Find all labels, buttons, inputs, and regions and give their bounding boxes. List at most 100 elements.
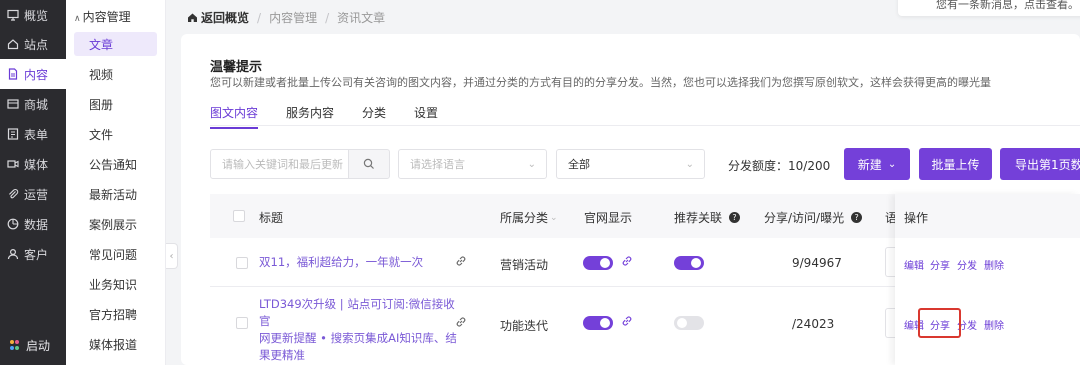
recommend-toggle[interactable] (674, 256, 704, 270)
launch-label: 启动 (26, 338, 51, 353)
back-home-label: 返回概览 (201, 11, 250, 25)
nav-label: 表单 (24, 127, 49, 142)
chevron-left-icon: ‹ (169, 250, 174, 262)
nav-label: 媒体 (24, 157, 49, 172)
nav-label: 数据 (24, 217, 49, 232)
nav-label: 概览 (24, 8, 49, 23)
col-recommend-label: 推荐关联 (674, 211, 723, 225)
breadcrumb-level1[interactable]: 内容管理 (269, 9, 317, 26)
new-button[interactable]: 新建 ⌄ (844, 148, 910, 180)
link-icon[interactable] (621, 315, 633, 327)
nav-item-operations[interactable]: 运营 (0, 179, 66, 209)
nav-item-customers[interactable]: 客户 (0, 239, 66, 269)
breadcrumb-separator: / (325, 10, 330, 25)
subnav-group-header[interactable]: ∧ 内容管理 (74, 8, 131, 25)
col-stats: 分享/访问/曝光 ? (764, 209, 863, 226)
subnav-item-articles[interactable]: 文章 (74, 32, 157, 56)
notification-toast[interactable]: 您有一条新消息，点击查看。 (898, 0, 1080, 16)
help-icon[interactable]: ? (851, 212, 863, 223)
chart-icon (6, 217, 20, 231)
language-select-placeholder: 请选择语言 (410, 158, 465, 171)
subnav-group-label: 内容管理 (82, 10, 131, 24)
launch-button[interactable]: 启动 (0, 330, 66, 360)
language-select[interactable]: 请选择语言 ⌄ (398, 149, 547, 179)
export-button[interactable]: 导出第1页数据 (1000, 148, 1080, 180)
row-checkbox[interactable] (236, 317, 248, 329)
nav-item-data[interactable]: 数据 (0, 209, 66, 239)
col-stats-label: 分享/访问/曝光 (764, 211, 845, 225)
col-category-label: 所属分类 (500, 211, 549, 225)
back-home-link[interactable]: 返回概览 (187, 9, 249, 26)
share-button[interactable]: 分享 (930, 257, 950, 272)
row-category: 功能迭代 (500, 319, 549, 333)
subnav-item-events[interactable]: 最新活动 (74, 182, 157, 206)
main-nav: 概览 站点 内容 商城 表单 媒体 运营 数据 客户 启动 (0, 0, 66, 365)
category-select[interactable]: 全部 ⌄ (556, 149, 705, 179)
search-icon (363, 158, 375, 170)
delete-button[interactable]: 删除 (984, 257, 1004, 272)
subnav-item-albums[interactable]: 图册 (74, 92, 157, 116)
tab-divider (210, 125, 1080, 126)
subnav-item-cases[interactable]: 案例展示 (74, 212, 157, 236)
chevron-down-icon: ⌄ (527, 158, 536, 170)
subnav-item-faq[interactable]: 常见问题 (74, 242, 157, 266)
launch-icon (8, 339, 21, 352)
row-title-line: 网更新提醒 • 搜索页集成AI知识库、结 (259, 331, 457, 345)
chevron-down-icon: ⌄ (685, 158, 694, 170)
row-stats: 9/94967 (792, 256, 842, 270)
link-icon[interactable] (621, 255, 633, 267)
row-title-line: 果更精准 (259, 348, 305, 362)
tip-description: 您可以新建或者批量上传公司有关咨询的图文内容，并通过分类的方式有目的的分享分发。… (210, 76, 991, 89)
breadcrumb-level2: 资讯文章 (337, 11, 386, 25)
actions-column: 操作 编辑 分享 分发 删除 编辑 分享 分发 删除 (895, 194, 1080, 365)
chevron-down-icon: ⌄ (887, 158, 897, 170)
nav-label: 运营 (24, 187, 49, 202)
edit-button[interactable]: 编辑 (904, 257, 924, 272)
home-icon (187, 12, 198, 23)
home-icon (6, 37, 20, 51)
col-category[interactable]: 所属分类 ⌄ (500, 209, 558, 226)
collapse-sidebar-button[interactable]: ‹ (166, 243, 178, 269)
select-all-checkbox[interactable] (233, 210, 245, 222)
row-title-link[interactable]: 双11，福利超给力，一年就一次 (259, 254, 423, 271)
monitor-icon (6, 8, 20, 22)
nav-item-media[interactable]: 媒体 (0, 149, 66, 179)
subnav-item-knowledge[interactable]: 业务知识 (74, 272, 157, 296)
link-icon[interactable] (455, 316, 467, 328)
subnav-item-files[interactable]: 文件 (74, 122, 157, 146)
search-button[interactable] (348, 149, 390, 179)
store-icon (6, 97, 20, 111)
col-recommend: 推荐关联 ? (674, 209, 741, 226)
row-title-link[interactable]: LTD349次升级 | 站点可订阅:微信接收官 网更新提醒 • 搜索页集成AI知… (259, 296, 459, 364)
subnav-item-jobs[interactable]: 官方招聘 (74, 302, 157, 326)
sub-nav: ∧ 内容管理 文章 视频 图册 文件 公告通知 最新活动 案例展示 常见问题 业务… (66, 0, 166, 365)
row-title-line: LTD349次升级 | 站点可订阅:微信接收官 (259, 297, 455, 328)
row-category: 营销活动 (500, 258, 549, 272)
help-icon[interactable]: ? (729, 212, 741, 223)
document-icon (6, 67, 20, 81)
subnav-item-press[interactable]: 媒体报道 (74, 332, 157, 356)
nav-label: 商城 (24, 97, 49, 112)
subnav-item-videos[interactable]: 视频 (74, 62, 157, 86)
nav-label: 内容 (24, 67, 49, 82)
subnav-item-notices[interactable]: 公告通知 (74, 152, 157, 176)
nav-item-overview[interactable]: 概览 (0, 0, 66, 30)
nav-label: 站点 (24, 37, 49, 52)
site-display-toggle[interactable] (583, 316, 613, 330)
batch-upload-button[interactable]: 批量上传 (919, 148, 992, 180)
nav-label: 客户 (24, 247, 49, 262)
nav-item-store[interactable]: 商城 (0, 89, 66, 119)
video-icon (6, 157, 20, 171)
row-checkbox[interactable] (236, 257, 248, 269)
col-site-display: 官网显示 (584, 211, 633, 225)
col-actions: 操作 (904, 211, 929, 225)
distribution-quota: 分发额度：10/200 (728, 159, 831, 173)
nav-item-content[interactable]: 内容 (0, 59, 66, 89)
delete-button[interactable]: 删除 (984, 317, 1004, 332)
nav-item-forms[interactable]: 表单 (0, 119, 66, 149)
nav-item-site[interactable]: 站点 (0, 29, 66, 59)
link-icon[interactable] (455, 255, 467, 267)
distribute-button[interactable]: 分发 (957, 257, 977, 272)
site-display-toggle[interactable] (583, 256, 613, 270)
recommend-toggle[interactable] (674, 316, 704, 330)
